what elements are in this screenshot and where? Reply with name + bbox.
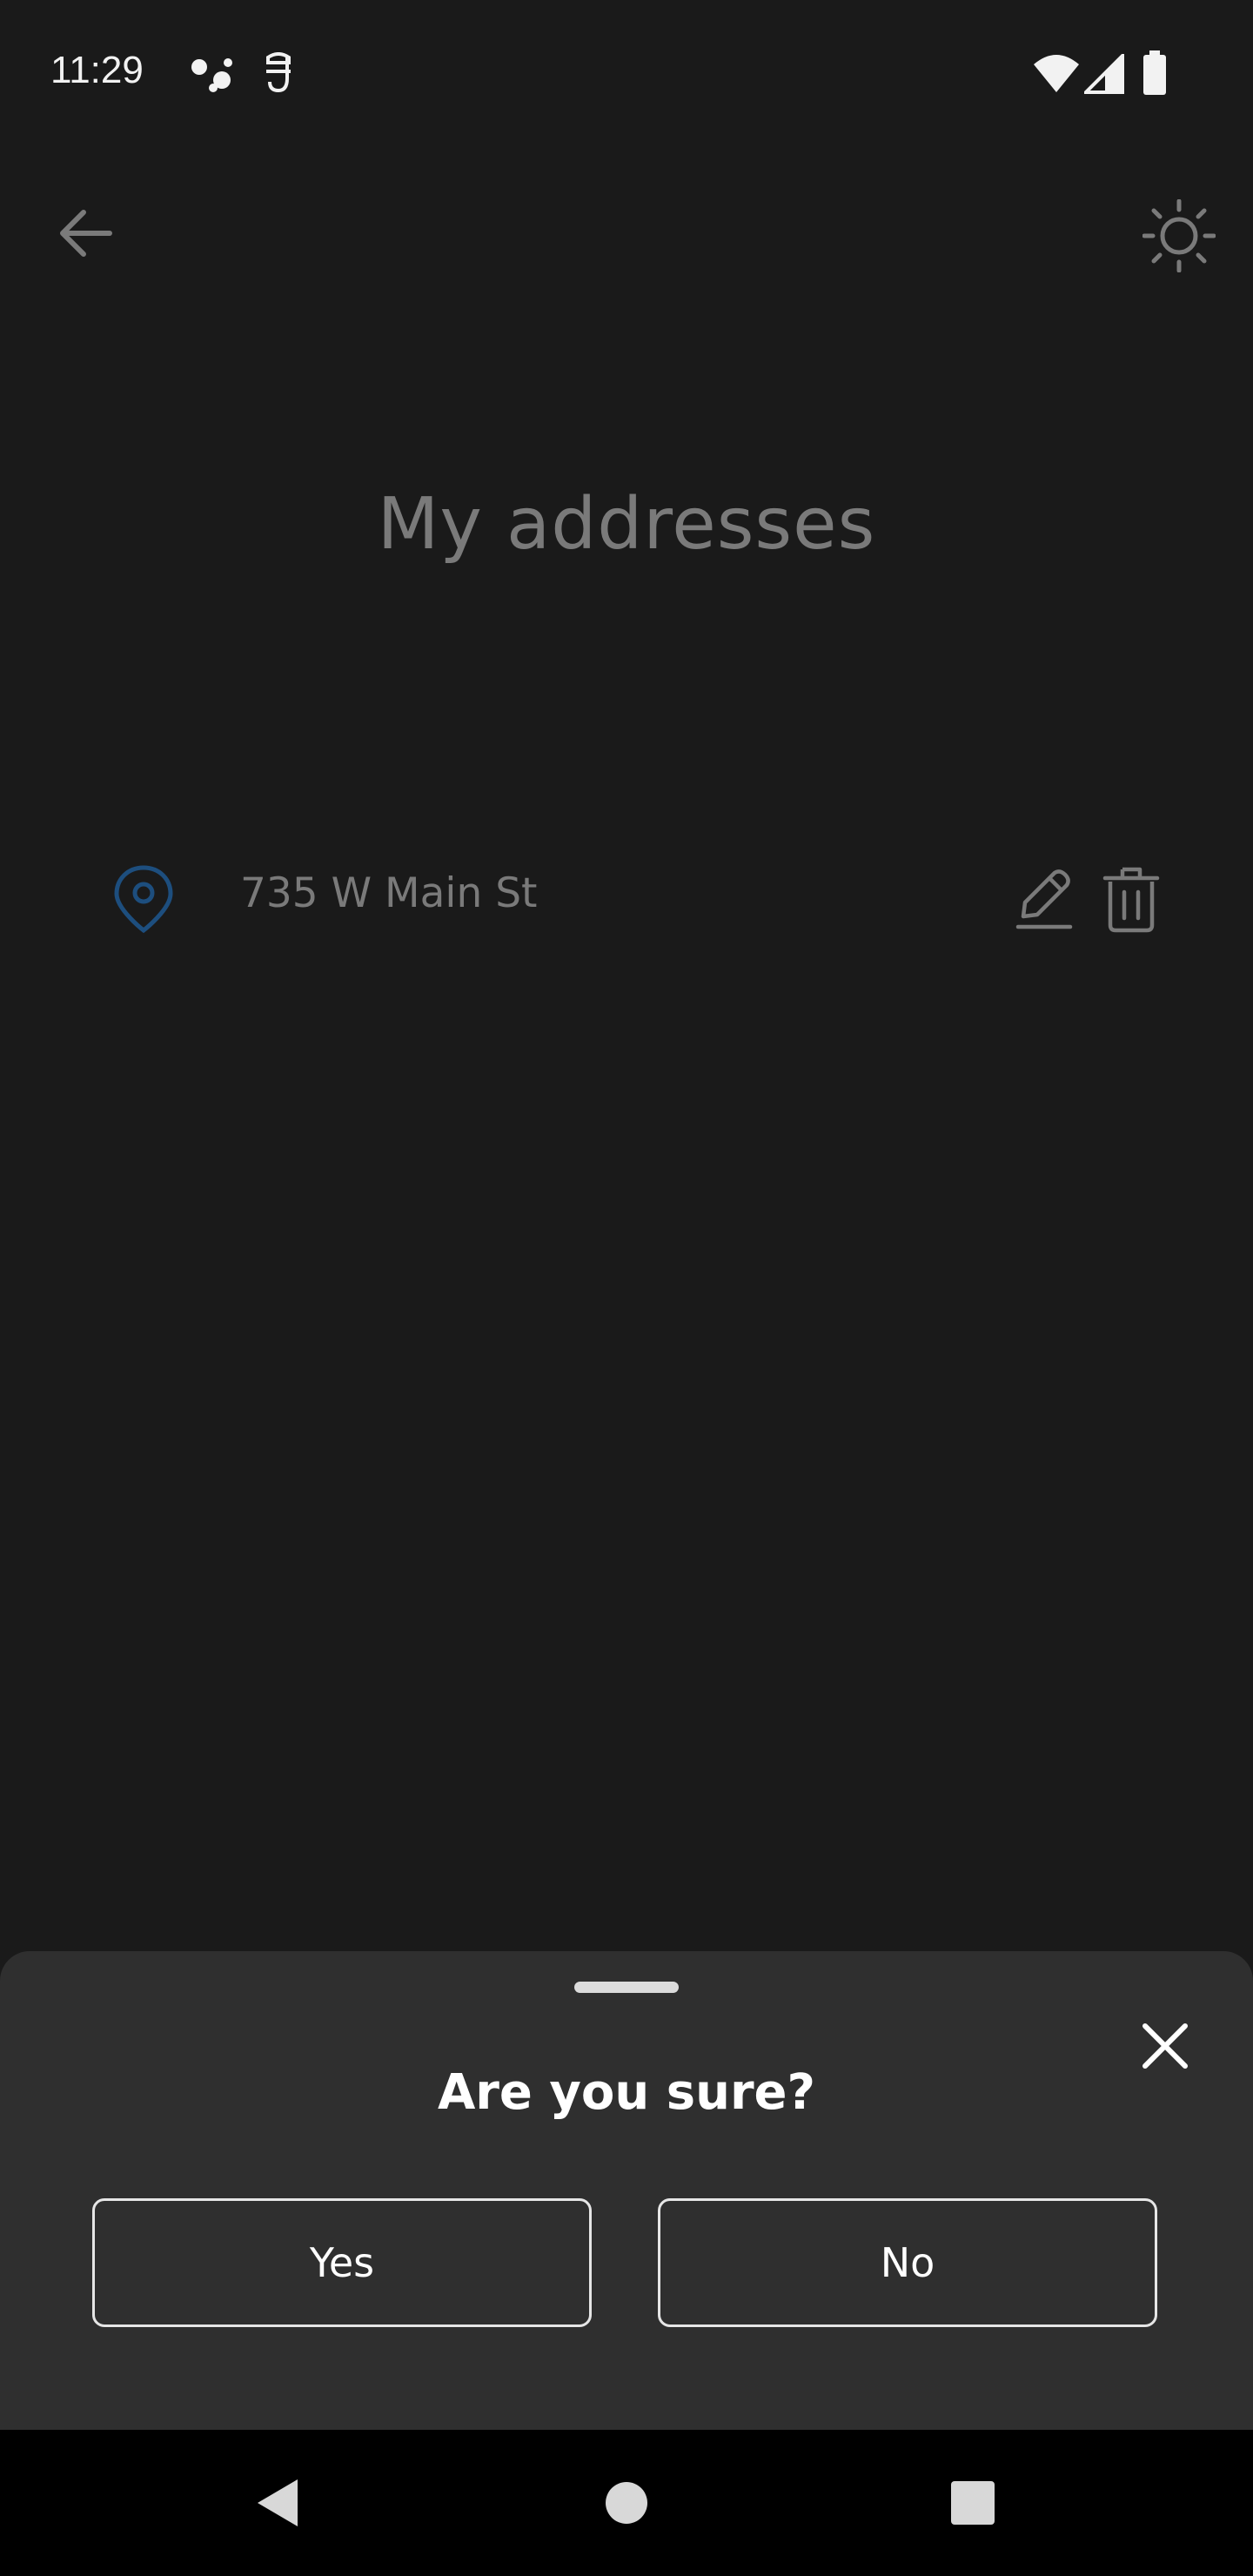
no-button[interactable]: No — [658, 2198, 1157, 2327]
edit-address-button[interactable] — [1008, 861, 1081, 934]
arrow-left-icon — [60, 210, 112, 257]
assistant-dots-icon — [191, 58, 232, 92]
system-nav-bar — [0, 2430, 1253, 2576]
yes-button[interactable]: Yes — [92, 2198, 592, 2327]
back-button[interactable] — [50, 198, 120, 268]
nav-recents-button[interactable] — [938, 2468, 1008, 2538]
pencil-icon — [1015, 869, 1073, 929]
square-recents-icon — [951, 2481, 995, 2525]
status-bar: 11:29 — [0, 0, 1253, 148]
nav-back-button[interactable] — [242, 2468, 312, 2538]
confirm-bottom-sheet: Are you sure? Yes No — [0, 1951, 1253, 2430]
theme-toggle-button[interactable] — [1140, 197, 1218, 275]
battery-icon — [1143, 50, 1166, 95]
page-title: My addresses — [377, 483, 876, 566]
app-notification-icon — [266, 52, 291, 93]
nav-home-button[interactable] — [592, 2468, 661, 2538]
signal-icon — [1084, 54, 1124, 94]
address-list-item[interactable]: 735 W Main St — [96, 849, 1175, 944]
status-time: 11:29 — [50, 49, 144, 91]
trash-icon — [1102, 867, 1160, 933]
dialog-title: Are you sure? — [437, 2064, 816, 2121]
triangle-back-icon — [258, 2479, 298, 2526]
circle-home-icon — [606, 2482, 647, 2524]
delete-address-button[interactable] — [1095, 861, 1168, 934]
sheet-drag-handle[interactable] — [574, 1982, 679, 1993]
map-pin-icon — [114, 865, 173, 934]
address-label: 735 W Main St — [240, 869, 538, 917]
sun-icon — [1142, 199, 1216, 272]
wifi-icon — [1034, 55, 1079, 92]
screen: 11:29 My addresses 735 W Main St Are you… — [0, 0, 1253, 2576]
